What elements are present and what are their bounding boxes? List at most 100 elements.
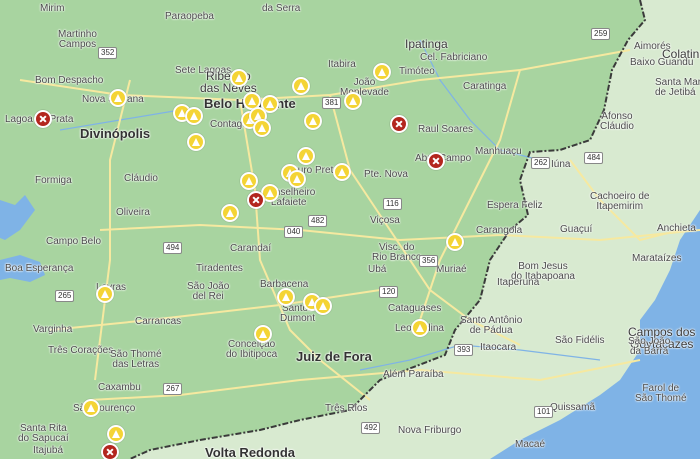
station-marker[interactable] <box>221 204 239 222</box>
place-label: Farol de São Thomé <box>635 383 687 404</box>
place-label: Além Paraíba <box>383 369 444 380</box>
place-label: Macaé <box>515 439 546 450</box>
station-marker[interactable] <box>253 119 271 137</box>
place-label: Visc. do Rio Branco <box>372 242 422 263</box>
place-label: Santa Rita do Sapucaí <box>18 423 69 444</box>
closed-marker[interactable] <box>34 110 52 128</box>
road-shield: 101 <box>534 406 554 418</box>
place-label: Oliveira <box>116 207 150 218</box>
place-label: Juiz de Fora <box>296 349 372 364</box>
place-label: Campo Belo <box>46 236 102 247</box>
place-label: Três Corações <box>48 345 114 356</box>
place-label: Divinópolis <box>80 126 151 141</box>
place-label: Timóteo <box>399 66 435 77</box>
road-shield: 040 <box>284 226 304 238</box>
place-label: Nova Friburgo <box>398 425 462 436</box>
place-label: Bom Despacho <box>35 75 104 86</box>
place-label: Itajubá <box>33 445 64 456</box>
station-marker[interactable] <box>297 147 315 165</box>
place-label: Iúna <box>551 159 571 170</box>
place-label: Santa Maria de Jetibá <box>655 77 700 98</box>
station-marker[interactable] <box>277 288 295 306</box>
place-label: Manhuaçu <box>475 146 522 157</box>
station-marker[interactable] <box>82 399 100 417</box>
place-label: Volta Redonda <box>205 445 296 459</box>
place-label: Carangola <box>476 225 523 236</box>
place-label: Ribeirão das Neves <box>200 69 257 95</box>
station-marker[interactable] <box>411 319 429 337</box>
place-label: Guaçuí <box>560 224 593 235</box>
place-label: Quissamã <box>550 402 596 413</box>
station-marker[interactable] <box>288 170 306 188</box>
station-marker[interactable] <box>446 233 464 251</box>
road-shield: 265 <box>55 290 75 302</box>
road-shield: 484 <box>584 152 604 164</box>
station-marker[interactable] <box>230 69 248 87</box>
station-marker[interactable] <box>96 285 114 303</box>
place-label: Conceição do Ibitipoca <box>226 339 278 360</box>
closed-marker[interactable] <box>390 115 408 133</box>
place-label: Formiga <box>35 175 72 186</box>
station-marker[interactable] <box>373 63 391 81</box>
road-shield: 381 <box>322 97 342 109</box>
place-label: Tiradentes <box>196 263 243 274</box>
place-label: Cel. Fabriciano <box>420 52 488 63</box>
place-label: São Thomé das Letras <box>110 349 162 370</box>
station-marker[interactable] <box>187 133 205 151</box>
station-marker[interactable] <box>344 92 362 110</box>
map-canvas[interactable]: Paraopeba da Serra Mirim Martinho Campos… <box>0 0 700 459</box>
place-label: São João da Barra <box>628 336 671 357</box>
place-label: Paraopeba <box>165 11 214 22</box>
station-marker[interactable] <box>185 107 203 125</box>
place-label: Três Rios <box>325 403 368 414</box>
place-label: Martinho Campos <box>58 29 97 50</box>
station-marker[interactable] <box>314 297 332 315</box>
station-marker[interactable] <box>109 89 127 107</box>
place-label: Cachoeiro de Itapemirim <box>590 191 650 212</box>
place-label: Itaperuna <box>497 277 540 288</box>
place-label: São João del Rei <box>187 281 230 302</box>
place-label: Anchieta <box>657 223 696 234</box>
place-label: Carrancas <box>135 316 182 327</box>
place-label: Baixo Guandu <box>630 57 694 68</box>
place-label: Afonso Cláudio <box>600 111 634 132</box>
closed-marker[interactable] <box>101 443 119 459</box>
road-shield: 262 <box>531 157 551 169</box>
place-label: Carandaí <box>230 243 272 254</box>
place-label: Caratinga <box>463 81 507 92</box>
place-label: Ubá <box>368 264 387 275</box>
place-label: Varginha <box>33 324 73 335</box>
place-label: Santo Antônio de Pádua <box>460 315 523 336</box>
road-shield: 259 <box>591 28 611 40</box>
place-label: Muriaé <box>436 264 467 275</box>
place-label: Viçosa <box>370 215 400 226</box>
place-label: da Serra <box>262 3 301 14</box>
station-marker[interactable] <box>254 325 272 343</box>
place-label: Ipatinga <box>405 37 448 51</box>
place-label: Caxambu <box>98 382 141 393</box>
road-shield: 120 <box>379 286 399 298</box>
road-shield: 393 <box>454 344 474 356</box>
place-label: Itaocara <box>480 342 517 353</box>
place-label: São Fidélis <box>555 335 605 346</box>
road-shield: 352 <box>98 47 118 59</box>
place-label: Raul Soares <box>418 124 474 135</box>
station-marker[interactable] <box>240 172 258 190</box>
closed-marker[interactable] <box>247 191 265 209</box>
station-marker[interactable] <box>304 112 322 130</box>
place-label: Cláudio <box>124 173 158 184</box>
road-shield: 482 <box>308 215 328 227</box>
road-shield: 492 <box>361 422 381 434</box>
road-shield: 267 <box>163 383 183 395</box>
station-marker[interactable] <box>333 163 351 181</box>
road-shield: 356 <box>419 255 439 267</box>
station-marker[interactable] <box>107 425 125 443</box>
road-shield: 494 <box>163 242 183 254</box>
place-label: Espera Feliz <box>487 200 543 211</box>
place-label: Marataízes <box>632 253 682 264</box>
closed-marker[interactable] <box>427 152 445 170</box>
station-marker[interactable] <box>292 77 310 95</box>
place-label: Mirim <box>40 3 65 14</box>
place-label: Itabira <box>328 59 356 70</box>
place-label: Pte. Nova <box>364 169 408 180</box>
